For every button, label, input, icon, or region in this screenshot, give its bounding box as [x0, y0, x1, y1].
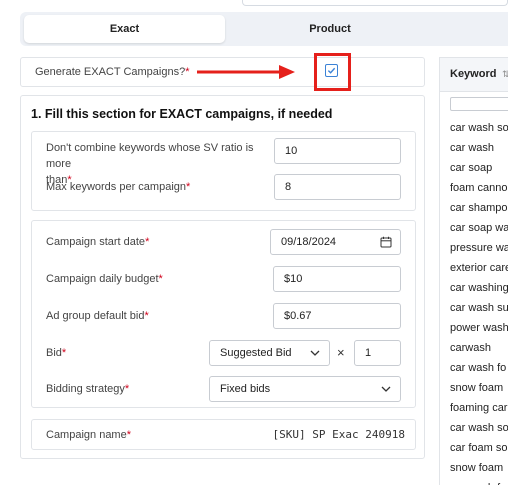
keyword-combine-group: Don't combine keywords whose SV ratio is…: [31, 131, 416, 211]
bidding-strategy-value: Fixed bids: [220, 383, 271, 395]
keyword-row[interactable]: car foam so: [440, 438, 508, 458]
keyword-row[interactable]: foam canno: [440, 178, 508, 198]
multiply-symbol: ×: [337, 345, 345, 360]
keyword-row[interactable]: snow foam: [440, 378, 508, 398]
keyword-row[interactable]: car soap: [440, 158, 508, 178]
campaign-name-group: Campaign name* [SKU] SP Exac 240918: [31, 419, 416, 450]
keyword-table: Keyword ⇅ car wash socar washcar soapfoa…: [439, 57, 508, 485]
keyword-row[interactable]: car washing: [440, 278, 508, 298]
chevron-down-icon: [310, 350, 320, 356]
keyword-row[interactable]: car wash: [440, 138, 508, 158]
keyword-row[interactable]: car wash su: [440, 298, 508, 318]
chevron-down-icon: [381, 386, 391, 392]
campaign-name-value: [SKU] SP Exac 240918: [272, 428, 405, 441]
start-date-label: Campaign start date*: [46, 236, 150, 248]
section-title: 1. Fill this section for EXACT campaigns…: [31, 107, 333, 121]
annotation-arrow: [197, 65, 295, 79]
bid-type-value: Suggested Bid: [220, 347, 292, 359]
keyword-row[interactable]: carwash: [440, 338, 508, 358]
keyword-row[interactable]: pressure wa: [440, 238, 508, 258]
keyword-row[interactable]: car soap wa: [440, 218, 508, 238]
daily-budget-input[interactable]: $10: [273, 266, 401, 292]
top-edge: [0, 0, 508, 8]
campaign-name-label: Campaign name*: [46, 429, 131, 441]
tab-product[interactable]: Product: [225, 15, 435, 43]
keyword-list: car wash so car wash car soap foam canno car…: [440, 118, 508, 485]
calendar-icon[interactable]: [380, 236, 392, 248]
max-keywords-label: Max keywords per campaign*: [46, 181, 191, 193]
keyword-row[interactable]: foaming car: [440, 398, 508, 418]
keyword-row[interactable]: car wash fo: [440, 478, 508, 485]
keyword-column-header[interactable]: Keyword ⇅: [440, 58, 508, 92]
keyword-row[interactable]: snow foam: [440, 458, 508, 478]
exact-section: 1. Fill this section for EXACT campaigns…: [20, 95, 425, 459]
start-date-input[interactable]: 09/18/2024: [270, 229, 401, 255]
keyword-row[interactable]: power wash: [440, 318, 508, 338]
daily-budget-label: Campaign daily budget*: [46, 273, 163, 285]
keyword-row[interactable]: exterior care: [440, 258, 508, 278]
campaign-settings-group: Campaign start date* 09/18/2024 Campaign…: [31, 220, 416, 408]
keyword-row[interactable]: car wash fo: [440, 358, 508, 378]
max-keywords-input[interactable]: 8: [274, 174, 401, 200]
keyword-row[interactable]: car wash so: [440, 418, 508, 438]
keyword-row[interactable]: car wash so: [440, 118, 508, 138]
sort-icon[interactable]: ⇅: [502, 69, 508, 80]
tab-bar: Exact Product: [20, 12, 508, 46]
generate-exact-label: Generate EXACT Campaigns?*: [35, 66, 190, 78]
checkmark-icon: [327, 67, 336, 74]
sv-ratio-input[interactable]: 10: [274, 138, 401, 164]
default-bid-input[interactable]: $0.67: [273, 303, 401, 329]
keyword-row[interactable]: car shampo: [440, 198, 508, 218]
default-bid-label: Ad group default bid*: [46, 310, 149, 322]
start-date-value: 09/18/2024: [281, 236, 337, 248]
bidding-strategy-label: Bidding strategy*: [46, 383, 130, 395]
tab-exact[interactable]: Exact: [24, 15, 225, 43]
bid-type-select[interactable]: Suggested Bid: [209, 340, 330, 366]
bid-multiplier-input[interactable]: 1: [354, 340, 401, 366]
bidding-strategy-select[interactable]: Fixed bids: [209, 376, 401, 402]
keyword-header-label: Keyword: [450, 68, 497, 80]
bid-label: Bid*: [46, 347, 67, 359]
keyword-filter-input[interactable]: [450, 97, 508, 111]
generate-exact-checkbox[interactable]: [325, 64, 338, 77]
